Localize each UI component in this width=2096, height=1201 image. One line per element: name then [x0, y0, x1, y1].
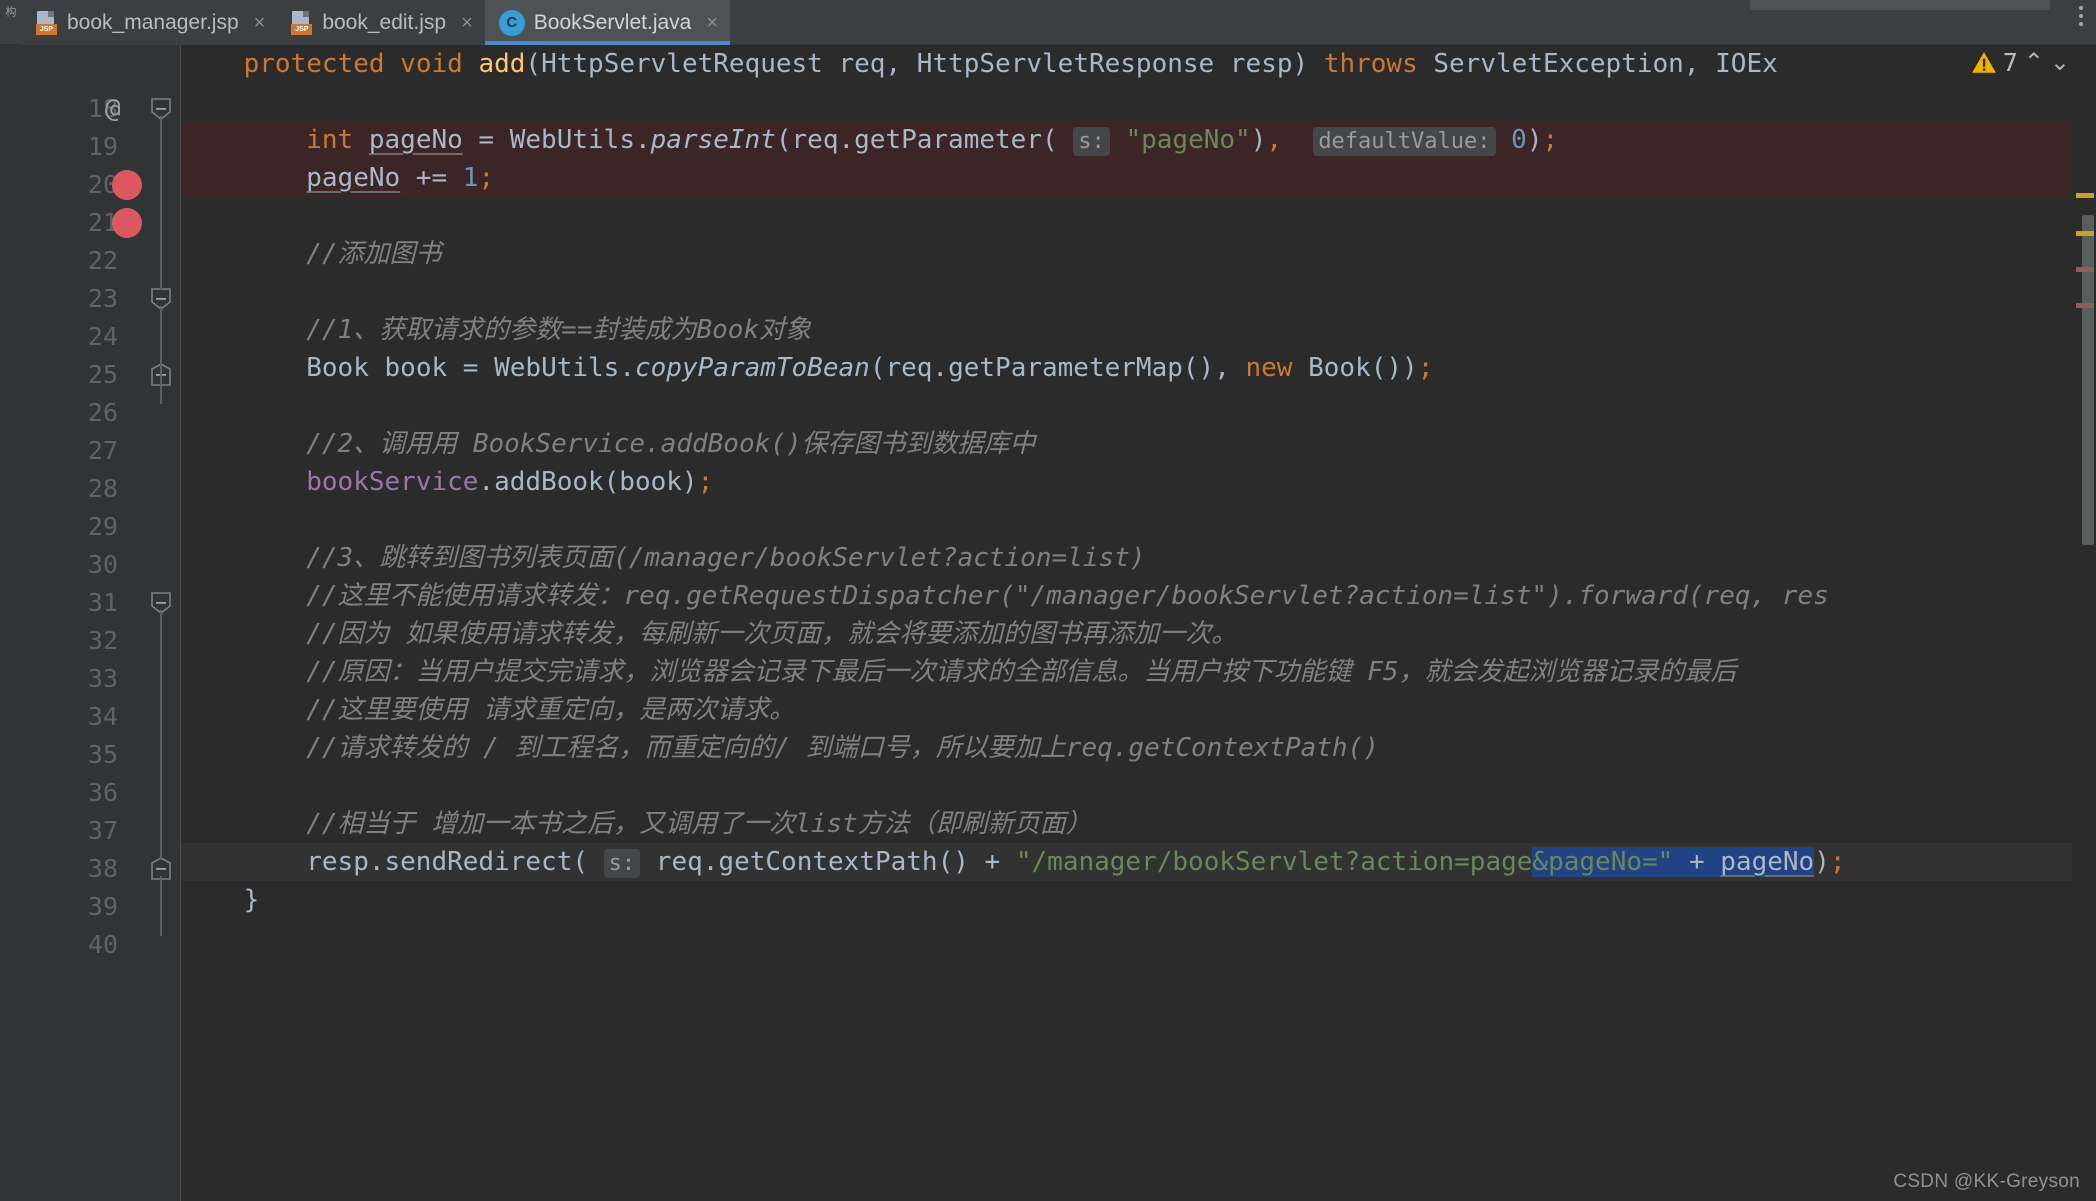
- code-line[interactable]: resp.sendRedirect( s: req.getContextPath…: [181, 843, 1846, 881]
- line-number: 27: [87, 436, 118, 465]
- tab-book-edit-jsp[interactable]: JSP book_edit.jsp ×: [277, 0, 485, 45]
- line-number: 22: [87, 246, 118, 275]
- line-number: 21: [87, 208, 118, 237]
- tab-label: book_manager.jsp: [67, 10, 239, 34]
- line-number: 30: [87, 550, 118, 579]
- code-line[interactable]: pageNo += 1;: [181, 159, 494, 197]
- editor-tab-bar: 构 JSP book_manager.jsp × JSP book_edit.j…: [0, 0, 2096, 45]
- intellij-editor-window: 构 JSP book_manager.jsp × JSP book_edit.j…: [0, 0, 2096, 1201]
- jsp-file-icon: JSP: [291, 10, 313, 35]
- left-tool-strip: 构: [0, 0, 22, 44]
- code-line[interactable]: //添加图书: [181, 235, 441, 273]
- tab-label: book_edit.jsp: [322, 10, 447, 34]
- override-annotation-icon[interactable]: @: [105, 90, 121, 128]
- code-line[interactable]: //2、调用用 BookService.addBook()保存图书到数据库中: [181, 425, 1035, 463]
- jsp-file-icon: JSP: [36, 10, 58, 35]
- tab-book-manager-jsp[interactable]: JSP book_manager.jsp ×: [22, 0, 278, 45]
- scrollbar-marker[interactable]: [2076, 231, 2094, 236]
- editor-scrollbar[interactable]: [2072, 45, 2096, 1201]
- code-line[interactable]: //因为 如果使用请求转发，每刷新一次页面，就会将要添加的图书再添加一次。: [181, 615, 1237, 653]
- breakpoint-icon[interactable]: [112, 208, 142, 238]
- line-number: 18: [87, 94, 118, 123]
- line-number: 20: [87, 170, 118, 199]
- line-number: 24: [87, 322, 118, 351]
- code-line[interactable]: int pageNo = WebUtils.parseInt(req.getPa…: [181, 121, 1558, 159]
- code-editor[interactable]: protected void add(HttpServletRequest re…: [0, 45, 2096, 1201]
- scrollbar-marker[interactable]: [2076, 303, 2094, 308]
- line-number: 28: [87, 474, 118, 503]
- fold-guide-line: [160, 610, 162, 860]
- line-number: 35: [87, 740, 118, 769]
- scrollbar-marker[interactable]: [2076, 267, 2094, 272]
- line-number: 29: [87, 512, 118, 541]
- scrollbar-marker[interactable]: [2076, 193, 2094, 198]
- code-line[interactable]: //这里不能使用请求转发：req.getRequestDispatcher("/…: [181, 577, 1829, 615]
- line-number: 40: [87, 930, 118, 959]
- line-number: 39: [87, 892, 118, 921]
- close-icon[interactable]: ×: [461, 13, 473, 33]
- tab-bookservlet-java[interactable]: C BookServlet.java ×: [484, 0, 731, 45]
- fold-guide-line: [160, 876, 162, 936]
- tab-bar-spacer: [730, 0, 2096, 44]
- code-line[interactable]: //请求转发的 / 到工程名，而重定向的/ 到端口号，所以要加上req.getC…: [181, 729, 1379, 767]
- line-number: 25: [87, 360, 118, 389]
- line-number: 38: [87, 854, 118, 883]
- code-line[interactable]: //原因：当用户提交完请求，浏览器会记录下最后一次请求的全部信息。当用户按下功能…: [181, 653, 1736, 691]
- more-options-icon[interactable]: [2078, 4, 2084, 28]
- code-line[interactable]: //3、跳转到图书列表页面(/manager/bookServlet?actio…: [181, 539, 1145, 577]
- left-strip-label: 构: [4, 6, 16, 18]
- scrollbar-thumb[interactable]: [2082, 215, 2094, 545]
- line-number: 33: [87, 664, 118, 693]
- code-text-area[interactable]: protected void add(HttpServletRequest re…: [181, 45, 2072, 1201]
- close-icon[interactable]: ×: [254, 13, 266, 33]
- line-number: 32: [87, 626, 118, 655]
- warning-count: 7: [2002, 48, 2018, 77]
- line-number: 26: [87, 398, 118, 427]
- watermark: CSDN @KK-Greyson: [1893, 1171, 2080, 1192]
- fold-guide-line: [160, 116, 162, 290]
- code-line[interactable]: Book book = WebUtils.copyParamToBean(req…: [181, 349, 1433, 387]
- close-icon[interactable]: ×: [706, 13, 718, 33]
- java-class-icon: C: [498, 9, 525, 36]
- line-number: 31: [87, 588, 118, 617]
- inspection-widget[interactable]: 7 ⌃ ⌄: [1971, 48, 2070, 77]
- toolbar-pill: [1750, 0, 2050, 10]
- chevron-up-icon[interactable]: ⌃: [2024, 48, 2044, 77]
- code-line[interactable]: }: [181, 881, 260, 919]
- code-line[interactable]: //这里要使用 请求重定向，是两次请求。: [181, 691, 795, 729]
- chevron-down-icon[interactable]: ⌄: [2050, 48, 2070, 77]
- code-line[interactable]: //1、获取请求的参数==封装成为Book对象: [181, 311, 811, 349]
- line-number: 37: [87, 816, 118, 845]
- code-line[interactable]: bookService.addBook(book);: [181, 463, 713, 501]
- line-number: 34: [87, 702, 118, 731]
- warning-triangle-icon: [1971, 51, 1996, 73]
- line-number: 36: [87, 778, 118, 807]
- code-line[interactable]: protected void add(HttpServletRequest re…: [181, 45, 1778, 83]
- breakpoint-icon[interactable]: [112, 170, 142, 200]
- line-number: 19: [87, 132, 118, 161]
- fold-guide-line: [160, 306, 162, 404]
- line-number: 23: [87, 284, 118, 313]
- code-line[interactable]: //相当于 增加一本书之后，又调用了一次list方法（即刷新页面）: [181, 805, 1092, 843]
- tab-label: BookServlet.java: [533, 10, 692, 34]
